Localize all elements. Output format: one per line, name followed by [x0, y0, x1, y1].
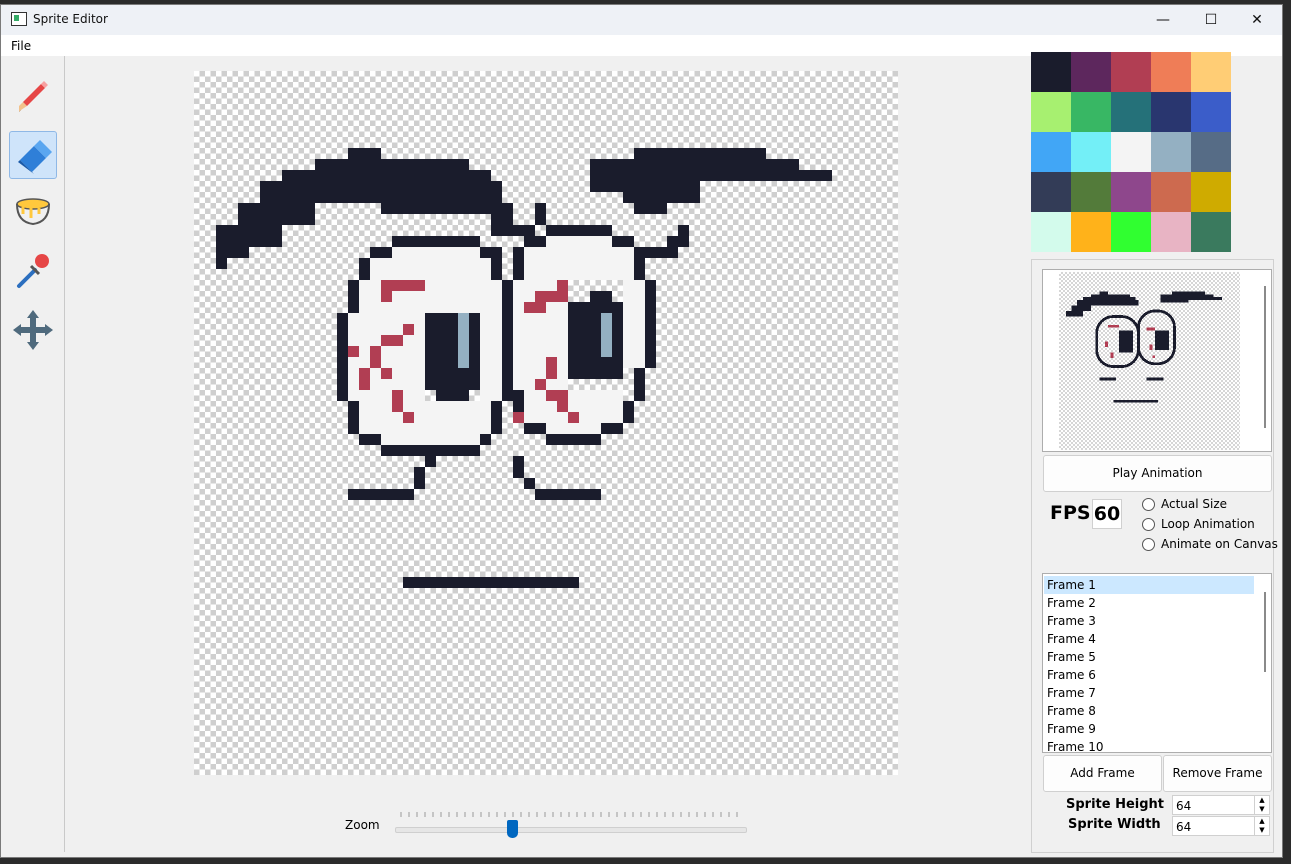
- color-swatch[interactable]: [1031, 132, 1071, 172]
- zoom-thumb[interactable]: [507, 820, 518, 838]
- fps-input[interactable]: 60: [1092, 499, 1122, 529]
- color-swatch[interactable]: [1191, 132, 1231, 172]
- color-palette: [1031, 52, 1232, 253]
- sprite-height-spinbox[interactable]: 64 ▲ ▼: [1172, 795, 1270, 815]
- fps-label: FPS: [1050, 502, 1091, 524]
- frame-list-item[interactable]: Frame 3: [1044, 612, 1254, 630]
- color-swatch[interactable]: [1111, 212, 1151, 252]
- sprite-width-spinbox[interactable]: 64 ▲ ▼: [1172, 816, 1270, 836]
- fill-tool[interactable]: [9, 186, 57, 234]
- eraser-icon: [18, 140, 52, 174]
- window-title: Sprite Editor: [33, 12, 108, 26]
- color-swatch[interactable]: [1111, 172, 1151, 212]
- color-swatch[interactable]: [1031, 172, 1071, 212]
- color-swatch[interactable]: [1191, 92, 1231, 132]
- title-bar: Sprite Editor — ☐ ✕: [1, 5, 1282, 35]
- color-swatch[interactable]: [1151, 132, 1191, 172]
- color-swatch[interactable]: [1071, 132, 1111, 172]
- color-swatch[interactable]: [1111, 132, 1151, 172]
- sprite-height-label: Sprite Height: [1066, 797, 1165, 812]
- color-swatch[interactable]: [1111, 52, 1151, 92]
- color-swatch[interactable]: [1151, 52, 1191, 92]
- move-icon: [13, 310, 53, 350]
- remove-frame-button[interactable]: Remove Frame: [1163, 755, 1272, 792]
- color-swatch[interactable]: [1111, 92, 1151, 132]
- color-swatch[interactable]: [1151, 212, 1191, 252]
- close-button[interactable]: ✕: [1234, 5, 1280, 35]
- frame-list-scrollbar[interactable]: [1264, 592, 1266, 672]
- preview-scrollbar[interactable]: [1264, 286, 1266, 428]
- preview-canvas: [1059, 272, 1240, 450]
- menu-file[interactable]: File: [11, 39, 31, 53]
- sprite-width-arrows[interactable]: ▲ ▼: [1254, 817, 1269, 835]
- color-swatch[interactable]: [1031, 212, 1071, 252]
- preview-sprite: [1066, 291, 1222, 403]
- app-icon: [11, 12, 27, 26]
- frame-list-item[interactable]: Frame 4: [1044, 630, 1254, 648]
- actual-size-label: Actual Size: [1161, 497, 1228, 511]
- sprite-width-label: Sprite Width: [1068, 817, 1161, 832]
- sprite-artwork: [216, 148, 832, 588]
- color-swatch[interactable]: [1191, 52, 1231, 92]
- maximize-button[interactable]: ☐: [1188, 5, 1234, 35]
- eraser-tool[interactable]: [9, 131, 57, 179]
- color-swatch[interactable]: [1071, 212, 1111, 252]
- loop-animation-label: Loop Animation: [1161, 517, 1255, 531]
- animation-preview: [1042, 269, 1272, 452]
- color-swatch[interactable]: [1151, 172, 1191, 212]
- frame-list-item[interactable]: Frame 2: [1044, 594, 1254, 612]
- frame-list-item[interactable]: Frame 7: [1044, 684, 1254, 702]
- sprite-width-value: 64: [1176, 820, 1192, 834]
- play-animation-button[interactable]: Play Animation: [1043, 455, 1272, 492]
- bucket-icon: [16, 198, 50, 226]
- zoom-slider[interactable]: [395, 810, 747, 840]
- color-swatch[interactable]: [1031, 92, 1071, 132]
- eyedropper-tool[interactable]: [9, 246, 57, 294]
- sprite-height-arrows[interactable]: ▲ ▼: [1254, 796, 1269, 814]
- sprite-height-value: 64: [1176, 799, 1192, 813]
- frame-list[interactable]: Frame 1 Frame 2 Frame 3 Frame 4 Frame 5 Frame…: [1042, 573, 1272, 753]
- zoom-ticks: [400, 812, 738, 817]
- frame-list-item[interactable]: Frame 5: [1044, 648, 1254, 666]
- radio-actual-size[interactable]: [1142, 498, 1155, 511]
- zoom-track: [395, 827, 747, 833]
- frame-list-item[interactable]: Frame 1: [1044, 576, 1254, 594]
- radio-loop-animation[interactable]: [1142, 518, 1155, 531]
- frame-list-item[interactable]: Frame 8: [1044, 702, 1254, 720]
- color-swatch[interactable]: [1071, 92, 1111, 132]
- animate-on-canvas-label: Animate on Canvas: [1161, 537, 1278, 551]
- minimize-button[interactable]: —: [1140, 5, 1186, 35]
- frame-list-item[interactable]: Frame 9: [1044, 720, 1254, 738]
- radio-animate-on-canvas[interactable]: [1142, 538, 1155, 551]
- pencil-tool[interactable]: [9, 72, 57, 120]
- color-swatch[interactable]: [1191, 212, 1231, 252]
- frame-list-item[interactable]: Frame 6: [1044, 666, 1254, 684]
- zoom-label: Zoom: [345, 818, 380, 832]
- add-frame-button[interactable]: Add Frame: [1043, 755, 1162, 792]
- move-tool[interactable]: [9, 306, 57, 354]
- color-swatch[interactable]: [1191, 172, 1231, 212]
- pencil-icon: [19, 81, 48, 112]
- eyedropper-icon: [17, 254, 49, 288]
- color-swatch[interactable]: [1151, 92, 1191, 132]
- tool-bar: [4, 56, 65, 852]
- color-swatch[interactable]: [1071, 172, 1111, 212]
- color-swatch[interactable]: [1071, 52, 1111, 92]
- color-swatch[interactable]: [1031, 52, 1071, 92]
- drawing-canvas[interactable]: [194, 71, 898, 775]
- frame-list-item[interactable]: Frame 10: [1044, 738, 1254, 752]
